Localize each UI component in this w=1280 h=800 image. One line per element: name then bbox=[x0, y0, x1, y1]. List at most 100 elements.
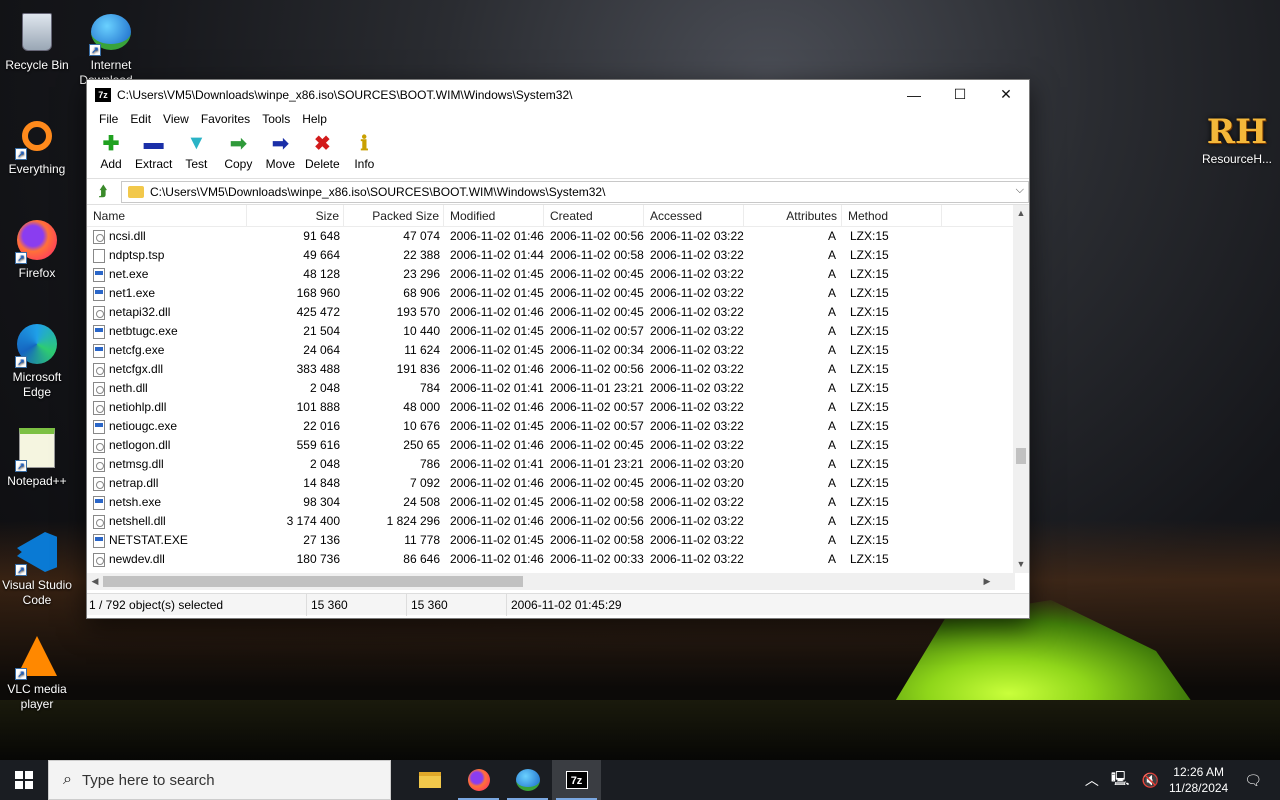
copy-button[interactable]: ➡ Copy bbox=[220, 129, 256, 178]
desktop-icon-edge[interactable]: ↗ Microsoft Edge bbox=[0, 320, 74, 400]
network-icon[interactable]: 🖳 bbox=[1111, 768, 1130, 792]
column-header-method[interactable]: Method bbox=[842, 204, 942, 227]
file-name-cell: netcfg.exe bbox=[87, 341, 247, 360]
desktop-icon-notepadpp[interactable]: ↗ Notepad++ bbox=[0, 424, 74, 489]
table-row[interactable]: netmsg.dll 2 048 786 2006-11-02 01:41 2006-1… bbox=[87, 455, 1015, 474]
file-name: netmsg.dll bbox=[109, 457, 164, 471]
table-row[interactable]: netlogon.dll 559 616 250 65 2006-11-02 01:4… bbox=[87, 436, 1015, 455]
cell-accessed: 2006-11-02 03:22 bbox=[650, 381, 744, 395]
move-button[interactable]: ➡ Move bbox=[262, 129, 298, 178]
desktop-icon-firefox[interactable]: ↗ Firefox bbox=[0, 216, 74, 281]
chevron-up-icon[interactable]: ︿ bbox=[1085, 770, 1099, 790]
resourcehacker-logo-icon: RH bbox=[1206, 112, 1268, 152]
table-row[interactable]: ncsi.dll 91 648 47 074 2006-11-02 01:46 2006… bbox=[87, 227, 1015, 246]
file-icon bbox=[93, 324, 105, 339]
table-row[interactable]: netiohlp.dll 101 888 48 000 2006-11-02 01:4… bbox=[87, 398, 1015, 417]
table-row[interactable]: ndptsp.tsp 49 664 22 388 2006-11-02 01:44 20… bbox=[87, 246, 1015, 265]
taskbar-search-input[interactable]: ⌕ Type here to search bbox=[48, 760, 391, 800]
chevron-down-icon[interactable]: ⌵ bbox=[1016, 184, 1024, 197]
column-header-name[interactable]: Name bbox=[87, 204, 247, 227]
table-row[interactable]: neth.dll 2 048 784 2006-11-02 01:41 2006-11-… bbox=[87, 379, 1015, 398]
cell-packed: 11 778 bbox=[404, 533, 440, 547]
column-header-packed-size[interactable]: Packed Size bbox=[344, 204, 444, 227]
toolbar-label: Extract bbox=[135, 157, 173, 171]
taskbar-file-explorer[interactable] bbox=[405, 760, 454, 800]
cell-packed: 1 824 296 bbox=[386, 514, 440, 528]
cell-method: LZX:15 bbox=[850, 495, 889, 509]
file-name: neth.dll bbox=[109, 381, 148, 395]
scroll-up-icon[interactable]: ▲ bbox=[1013, 205, 1029, 222]
taskbar-idm[interactable] bbox=[503, 760, 552, 800]
cell-modified: 2006-11-02 01:46 bbox=[450, 229, 544, 243]
shortcut-arrow-icon: ↗ bbox=[15, 356, 27, 368]
folder-icon bbox=[127, 185, 144, 198]
taskbar-firefox[interactable] bbox=[454, 760, 503, 800]
desktop-icon-vlc[interactable]: ↗ VLC media player bbox=[0, 632, 74, 712]
menu-favorites[interactable]: Favorites bbox=[195, 112, 256, 126]
table-row[interactable]: netrap.dll 14 848 7 092 2006-11-02 01:46 200… bbox=[87, 474, 1015, 493]
column-header-attributes[interactable]: Attributes bbox=[744, 204, 842, 227]
desktop-icon-resourcehacker[interactable]: RH ResourceH... bbox=[1200, 112, 1274, 166]
table-row[interactable]: net1.exe 168 960 68 906 2006-11-02 01:45 200… bbox=[87, 284, 1015, 303]
desktop-icon-everything-search[interactable]: ↗ Everything bbox=[0, 112, 74, 177]
table-row[interactable]: net.exe 48 128 23 296 2006-11-02 01:45 2006-… bbox=[87, 265, 1015, 284]
volume-muted-icon[interactable]: 🔇 bbox=[1142, 772, 1159, 789]
horizontal-scrollbar[interactable]: ◀ ▶ bbox=[87, 573, 1015, 590]
table-row[interactable]: netbtugc.exe 21 504 10 440 2006-11-02 01:45… bbox=[87, 322, 1015, 341]
column-header-accessed[interactable]: Accessed bbox=[644, 204, 744, 227]
table-row[interactable]: netsh.exe 98 304 24 508 2006-11-02 01:45 200… bbox=[87, 493, 1015, 512]
desktop-icon-label: Recycle Bin bbox=[5, 58, 69, 72]
table-row[interactable]: netapi32.dll 425 472 193 570 2006-11-02 01:… bbox=[87, 303, 1015, 322]
cell-accessed: 2006-11-02 03:20 bbox=[650, 476, 744, 490]
column-header-size[interactable]: Size bbox=[247, 204, 344, 227]
taskbar-7zip[interactable]: 7z bbox=[552, 760, 601, 800]
start-button[interactable] bbox=[0, 760, 48, 800]
column-header-modified[interactable]: Modified bbox=[444, 204, 544, 227]
vertical-scroll-thumb[interactable] bbox=[1016, 448, 1026, 464]
up-folder-icon[interactable]: ⮭ bbox=[91, 181, 115, 203]
file-icon bbox=[93, 457, 105, 472]
menu-file[interactable]: File bbox=[93, 112, 124, 126]
extract-button[interactable]: ▬ Extract bbox=[135, 129, 172, 178]
table-row[interactable]: netshell.dll 3 174 400 1 824 296 2006-11-02… bbox=[87, 512, 1015, 531]
desktop-icon-recycle-bin[interactable]: Recycle Bin bbox=[0, 8, 74, 73]
minimize-button[interactable]: — bbox=[891, 80, 937, 109]
test-button[interactable]: ▼ Test bbox=[178, 129, 214, 178]
file-icon bbox=[93, 305, 105, 320]
address-input[interactable]: C:\Users\VM5\Downloads\winpe_x86.iso\SOU… bbox=[120, 180, 1029, 203]
notification-icon[interactable]: 🗨 bbox=[1244, 772, 1262, 789]
info-button[interactable]: ℹ Info bbox=[346, 129, 382, 178]
cell-modified: 2006-11-02 01:45 bbox=[450, 533, 544, 547]
scroll-down-icon[interactable]: ▼ bbox=[1013, 556, 1029, 573]
table-row[interactable]: newdev.dll 180 736 86 646 2006-11-02 01:46 2… bbox=[87, 550, 1015, 569]
add-button[interactable]: ✚ Add bbox=[93, 129, 129, 178]
table-row[interactable]: netcfg.exe 24 064 11 624 2006-11-02 01:45 20… bbox=[87, 341, 1015, 360]
cell-accessed: 2006-11-02 03:22 bbox=[650, 248, 744, 262]
vlc-icon: ↗ bbox=[13, 632, 61, 680]
table-row[interactable]: NETSTAT.EXE 27 136 11 778 2006-11-02 01:45 2… bbox=[87, 531, 1015, 550]
cell-attr: A bbox=[827, 286, 836, 300]
maximize-button[interactable]: ☐ bbox=[937, 80, 983, 109]
desktop-icon-internet-download-manager[interactable]: ↗Internet Download... bbox=[74, 8, 148, 88]
scroll-right-icon[interactable]: ▶ bbox=[979, 576, 995, 587]
desktop-icon-vscode[interactable]: ↗ Visual Studio Code bbox=[0, 528, 74, 608]
cell-packed: 250 65 bbox=[403, 438, 440, 452]
cell-packed: 784 bbox=[419, 381, 440, 395]
scroll-left-icon[interactable]: ◀ bbox=[87, 576, 103, 587]
delete-button[interactable]: ✖ Delete bbox=[304, 129, 340, 178]
clock[interactable]: 12:26 AM 11/28/2024 bbox=[1169, 764, 1228, 796]
menu-help[interactable]: Help bbox=[296, 112, 333, 126]
column-header-created[interactable]: Created bbox=[544, 204, 644, 227]
menu-edit[interactable]: Edit bbox=[124, 112, 157, 126]
table-row[interactable]: netcfgx.dll 383 488 191 836 2006-11-02 01:4… bbox=[87, 360, 1015, 379]
file-icon bbox=[93, 267, 105, 282]
close-button[interactable]: ✕ bbox=[983, 80, 1029, 109]
table-row[interactable]: netiougc.exe 22 016 10 676 2006-11-02 01:45… bbox=[87, 417, 1015, 436]
vertical-scrollbar[interactable]: ▲ ▼ bbox=[1013, 205, 1029, 573]
title-bar[interactable]: 7z C:\Users\VM5\Downloads\winpe_x86.iso\… bbox=[87, 80, 1029, 109]
cell-method: LZX:15 bbox=[850, 438, 889, 452]
menu-tools[interactable]: Tools bbox=[256, 112, 296, 126]
cell-size: 2 048 bbox=[309, 457, 340, 471]
menu-view[interactable]: View bbox=[157, 112, 195, 126]
horizontal-scroll-thumb[interactable] bbox=[103, 576, 523, 587]
